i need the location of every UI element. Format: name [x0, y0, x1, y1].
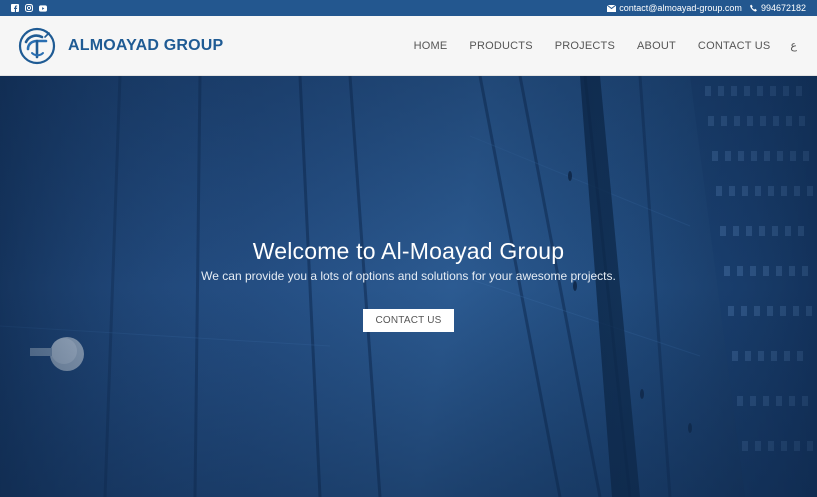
phone-text: 994672182	[760, 3, 806, 13]
hero-title: Welcome to Al-Moayad Group	[252, 238, 565, 264]
email-text: contact@almoayad-group.com	[619, 3, 742, 13]
nav-projects[interactable]: PROJECTS	[555, 40, 615, 52]
main-nav: HOME PRODUCTS PROJECTS ABOUT CONTACT US …	[414, 39, 797, 52]
facebook-icon[interactable]	[11, 4, 19, 12]
nav-products[interactable]: PRODUCTS	[469, 40, 532, 52]
hero-contact-button[interactable]: CONTACT US	[363, 309, 454, 332]
social-links	[11, 4, 47, 12]
hero-section: Welcome to Al-Moayad Group We can provid…	[0, 76, 817, 497]
phone-icon	[750, 4, 757, 12]
youtube-icon[interactable]	[39, 4, 47, 12]
brand-name: ALMOAYAD GROUP	[68, 36, 224, 54]
company-logo	[18, 27, 56, 64]
contact-info: contact@almoayad-group.com 994672182	[607, 3, 806, 13]
hero-subtitle: We can provide you a lots of options and…	[201, 269, 616, 283]
nav-contact-us[interactable]: CONTACT US	[698, 40, 771, 52]
nav-about[interactable]: ABOUT	[637, 40, 676, 52]
nav-home[interactable]: HOME	[414, 40, 448, 52]
instagram-icon[interactable]	[25, 4, 33, 12]
phone-contact[interactable]: 994672182	[750, 3, 806, 13]
brand[interactable]: ALMOAYAD GROUP	[18, 27, 223, 65]
language-switch[interactable]: ع	[790, 39, 797, 52]
top-bar: contact@almoayad-group.com 994672182	[0, 0, 817, 16]
hero-content: Welcome to Al-Moayad Group We can provid…	[0, 76, 817, 497]
email-contact[interactable]: contact@almoayad-group.com	[607, 3, 742, 13]
site-header: ALMOAYAD GROUP HOME PRODUCTS PROJECTS AB…	[0, 16, 817, 76]
envelope-icon	[607, 4, 617, 12]
